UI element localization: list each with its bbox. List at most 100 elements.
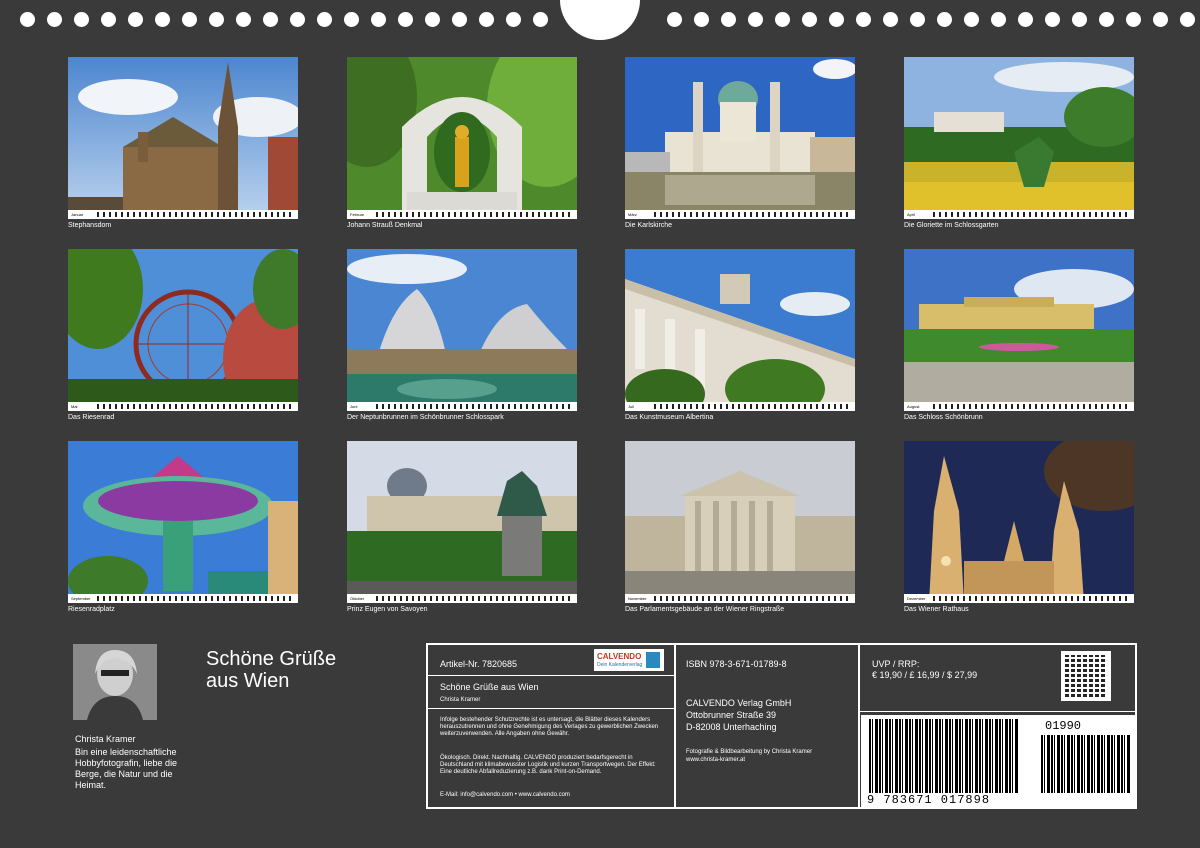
author-name: Christa Kramer — [75, 734, 136, 744]
day-grid — [376, 404, 574, 409]
divider — [428, 708, 674, 709]
binder-hole — [694, 12, 709, 27]
binder-hole — [128, 12, 143, 27]
photo-caption: Das Wiener Rathaus — [904, 606, 969, 613]
binder-hole — [937, 12, 952, 27]
binder-hole — [398, 12, 413, 27]
photo-stephansdom: Januar — [68, 57, 298, 219]
binder-hole — [263, 12, 278, 27]
month-tile-july: Juli Das Kunstmuseum Albertina — [625, 249, 855, 421]
month-name: Mai — [71, 404, 78, 409]
photo-caption: Prinz Eugen von Savoyen — [347, 606, 428, 613]
binder-hole — [883, 12, 898, 27]
addon-digits: 01990 — [1045, 719, 1082, 733]
binder-hole — [290, 12, 305, 27]
photo-credit: Fotografie & Bildbearbeitung by Christa … — [686, 749, 813, 755]
month-tile-march: März Die Karlskirche — [625, 57, 855, 229]
day-grid — [376, 596, 574, 601]
divider — [674, 645, 676, 807]
month-name: September — [71, 596, 91, 601]
month-name: Oktober — [350, 596, 365, 601]
month-name: Juni — [350, 404, 358, 409]
title-line-1: Schöne Grüße — [206, 648, 337, 670]
photo-parlament: November — [625, 441, 855, 603]
day-grid — [654, 596, 852, 601]
book-title: Schöne Grüße aus Wien — [440, 682, 539, 692]
month-name: März — [628, 212, 637, 217]
photo-albertina: Juli — [625, 249, 855, 411]
photo-karlskirche: März — [625, 57, 855, 219]
addon-bars — [1041, 735, 1131, 793]
divider — [858, 711, 1137, 712]
binder-hole — [155, 12, 170, 27]
calendar-title: Schöne Grüße aus Wien — [206, 648, 386, 692]
logo-subtext: Dein Kalenderverlag — [597, 662, 643, 668]
month-tile-may: Mai Das Riesenrad — [68, 249, 298, 421]
photo-caption: Riesenradplatz — [68, 606, 115, 613]
barcode: 01990 9 783671 017898 — [861, 715, 1135, 807]
month-name: Februar — [350, 212, 365, 217]
photo-riesenradplatz: September — [68, 441, 298, 603]
binder-hole — [452, 12, 467, 27]
day-grid — [654, 212, 852, 217]
contact-email: E-Mail: info@calvendo.com • www.calvendo… — [440, 792, 570, 798]
author-bio: Bin eine leidenschaftliche Hobbyfotograf… — [75, 747, 178, 790]
binder-hole — [371, 12, 386, 27]
month-name: Dezember — [907, 596, 926, 601]
binder-hole — [182, 12, 197, 27]
binder-hole — [667, 12, 682, 27]
month-name: August — [907, 404, 920, 409]
binder-hole — [47, 12, 62, 27]
photo-credit-url: www.christa-kramer.at — [686, 757, 746, 763]
month-tile-december: Dezember Das Wiener Rathaus — [904, 441, 1134, 613]
day-grid — [97, 596, 295, 601]
month-tile-november: November Das Parlamentsgebäude an der Wi… — [625, 441, 855, 613]
month-tile-august: August Das Schloss Schönbrunn — [904, 249, 1134, 421]
month-tile-february: Februar Johann Strauß Denkmal — [347, 57, 577, 229]
book-author: Christa Kramer — [440, 697, 481, 703]
binder-hole — [802, 12, 817, 27]
photo-schoenbrunn: August — [904, 249, 1134, 411]
month-tile-april: April Die Gloriette im Schlossgarten — [904, 57, 1134, 229]
day-grid — [97, 404, 295, 409]
binder-hole — [1099, 12, 1114, 27]
binder-hole — [533, 12, 548, 27]
barcode-digits: 9 783671 017898 — [867, 793, 991, 807]
publisher-name: CALVENDO Verlag GmbH — [686, 698, 792, 708]
photo-rathaus: Dezember — [904, 441, 1134, 603]
photo-caption: Das Riesenrad — [68, 414, 115, 421]
photo-caption: Die Gloriette im Schlossgarten — [904, 222, 999, 229]
eco-notice: Ökologisch. Direkt. Nachhaltig. CALVENDO… — [440, 755, 656, 775]
calvendo-logo: CALVENDO Dein Kalenderverlag — [594, 649, 664, 671]
binder-hole — [829, 12, 844, 27]
binder-hole — [1072, 12, 1087, 27]
binder-hole — [1153, 12, 1168, 27]
binder-hole — [20, 12, 35, 27]
day-grid — [933, 212, 1131, 217]
isbn: ISBN 978-3-671-01789-8 — [686, 659, 787, 669]
month-name: November — [628, 596, 647, 601]
article-number: Artikel-Nr. 7820685 — [440, 659, 518, 669]
photo-gloriette: April — [904, 57, 1134, 219]
month-tile-january: Januar Stephansdom — [68, 57, 298, 229]
binder-hole — [964, 12, 979, 27]
binder-hole — [236, 12, 251, 27]
binder-hole — [721, 12, 736, 27]
qr-code — [1061, 651, 1111, 701]
month-name: Januar — [71, 212, 84, 217]
day-grid — [933, 596, 1131, 601]
binder-hole — [209, 12, 224, 27]
author-portrait — [73, 644, 157, 720]
legal-notice: Infolge bestehender Schutzrechte ist es … — [440, 717, 659, 737]
publisher-street: Ottobrunner Straße 39 — [686, 710, 777, 720]
binder-hole — [775, 12, 790, 27]
day-grid — [933, 404, 1131, 409]
binder-hole — [910, 12, 925, 27]
photo-riesenrad: Mai — [68, 249, 298, 411]
hanger-cutout — [560, 0, 640, 40]
binder-hole — [344, 12, 359, 27]
binder-hole — [1126, 12, 1141, 27]
prices: € 19,90 / £ 16,99 / $ 27,99 — [872, 670, 978, 680]
publisher-city: D-82008 Unterhaching — [686, 722, 777, 732]
binder-hole — [317, 12, 332, 27]
